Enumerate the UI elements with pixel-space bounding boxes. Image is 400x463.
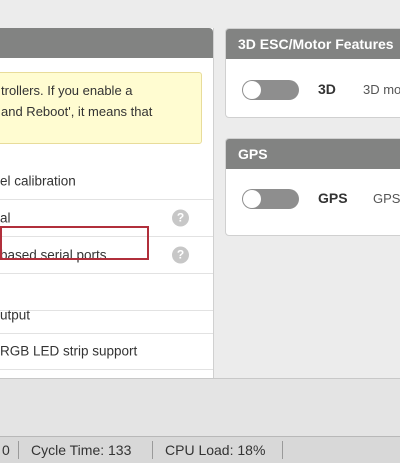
status-bar: 0 Cycle Time: 133 CPU Load: 18% [0,436,400,463]
feature-label: RGB LED strip support [0,343,138,359]
status-separator [152,441,153,459]
3d-toggle[interactable] [242,80,299,100]
feature-label: al [0,210,11,226]
feature-label: el calibration [0,173,76,189]
feature-row-led-strip[interactable]: RGB LED strip support [0,333,213,370]
feature-row-soft-serial[interactable]: based serial ports ? [0,237,213,274]
warning-line-2: and Reboot', it means that [1,104,153,119]
3d-label: 3D [318,81,336,97]
toggle-knob [243,190,261,208]
feature-row-serial[interactable]: al ? [0,200,213,237]
gps-label: GPS [318,190,348,206]
feature-row-output[interactable]: utput [0,297,213,334]
gps-panel: GPS GPS GPS [225,138,400,236]
bottom-toolbar [0,378,400,436]
3d-description: 3D mo [363,82,400,97]
feature-row-calibration[interactable]: el calibration [0,163,213,200]
feature-label: utput [0,307,31,323]
esc-motor-panel: 3D ESC/Motor Features 3D 3D mo [225,28,400,118]
help-icon[interactable]: ? [172,209,189,227]
gps-toggle[interactable] [242,189,299,209]
warning-note: trollers. If you enable a and Reboot', i… [0,72,202,144]
gps-panel-title: GPS [226,139,400,169]
help-icon[interactable]: ? [172,246,189,264]
cpu-load: CPU Load: 18% [165,442,266,458]
status-fragment: 0 [2,442,10,458]
gps-description: GPS [373,191,400,206]
status-separator [18,441,19,459]
toggle-knob [243,81,261,99]
status-separator [282,441,283,459]
warning-line-1: trollers. If you enable a [1,83,133,98]
cycle-time: Cycle Time: 133 [31,442,132,458]
feature-label: based serial ports [0,247,107,263]
features-panel-header [0,28,213,58]
features-panel: trollers. If you enable a and Reboot', i… [0,28,214,378]
esc-panel-title: 3D ESC/Motor Features [226,29,400,59]
top-strip [0,0,400,28]
